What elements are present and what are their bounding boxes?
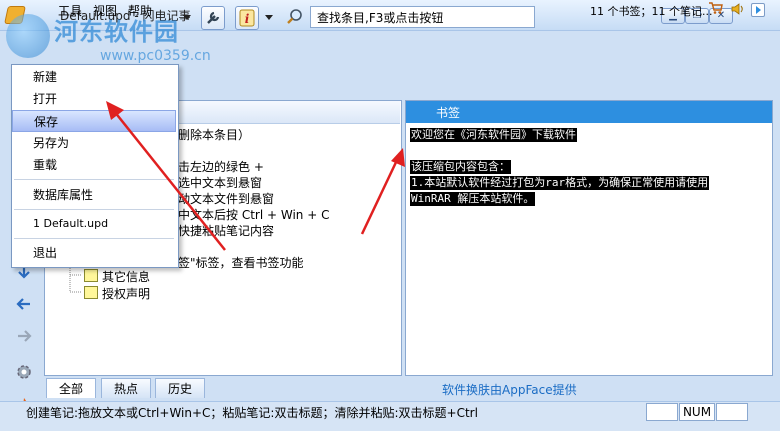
status-panel xyxy=(646,403,678,421)
bookmark-text-line[interactable]: 1.本站默认软件经过打包为rar格式，为确保正常使用请使用 xyxy=(410,176,710,190)
menu-item-recent-file[interactable]: 1 Default.upd xyxy=(12,213,176,235)
menu-item-db-properties[interactable]: 数据库属性 xyxy=(12,184,176,206)
menu-item-new[interactable]: 新建 xyxy=(12,66,176,88)
menu-separator xyxy=(14,209,174,210)
tree-item-license[interactable]: 授权声明 xyxy=(102,285,150,302)
menu-item-save-as[interactable]: 另存为 xyxy=(12,132,176,154)
arrow-right-icon[interactable] xyxy=(14,326,34,346)
watermark-text: 河东软件园 xyxy=(54,18,179,46)
menu-item-open[interactable]: 打开 xyxy=(12,88,176,110)
svg-text:i: i xyxy=(245,12,250,26)
skin-credit-text: 软件换肤由AppFace提供 xyxy=(442,383,577,397)
speaker-icon[interactable] xyxy=(731,2,745,16)
num-lock-indicator: NUM xyxy=(679,403,715,421)
tab-hot[interactable]: 热点 xyxy=(101,378,151,398)
bookmark-text-line[interactable]: WinRAR 解压本站软件。 xyxy=(410,192,536,206)
menu-separator xyxy=(14,179,174,180)
play-icon[interactable] xyxy=(751,3,765,17)
menu-separator xyxy=(14,238,174,239)
chevron-down-icon[interactable] xyxy=(262,6,276,28)
note-icon xyxy=(84,269,98,282)
search-icon[interactable] xyxy=(284,6,306,28)
tab-all[interactable]: 全部 xyxy=(46,378,96,398)
note-icon xyxy=(84,286,98,299)
watermark-url: www.pc0359.cn xyxy=(100,48,211,64)
bookmark-text-line[interactable]: 欢迎您在《河东软件园》下载软件 xyxy=(410,128,577,142)
tree-text-line[interactable]: 击左边的绿色 + xyxy=(178,158,264,175)
bookmark-text-line[interactable]: 该压缩包内容包含： xyxy=(410,160,511,174)
tree-text-line[interactable]: 签"标签，查看书签功能 xyxy=(178,254,304,271)
cart-icon[interactable] xyxy=(709,2,723,14)
tree-text-line[interactable]: 中文本后按 Ctrl + Win + C xyxy=(178,206,329,223)
chevron-down-icon[interactable] xyxy=(180,6,194,28)
menu-item-exit[interactable]: 退出 xyxy=(12,242,176,264)
search-input[interactable]: 查找条目,F3或点击按钮 xyxy=(310,6,535,28)
tree-text-line[interactable]: 动文本文件到悬窗 xyxy=(178,190,274,207)
tab-history[interactable]: 历史 xyxy=(155,378,205,398)
count-status: 11 个书签；11 个笔记... xyxy=(590,5,713,18)
menu-item-save[interactable]: 保存 xyxy=(12,110,176,132)
gear-icon[interactable] xyxy=(14,362,34,382)
wrench-icon[interactable] xyxy=(201,6,225,30)
tree-text-line[interactable]: 快捷粘贴笔记内容 xyxy=(178,222,274,239)
tree-text-line[interactable]: 选中文本到悬窗 xyxy=(178,174,262,191)
tree-text-line[interactable]: 删除本条目） xyxy=(178,126,250,143)
info-icon[interactable]: i xyxy=(235,6,259,30)
status-panel xyxy=(716,403,748,421)
arrow-left-icon[interactable] xyxy=(14,294,34,314)
status-text: 创建笔记:拖放文本或Ctrl+Win+C；粘贴笔记:双击标题；清除并粘贴:双击标… xyxy=(26,406,478,420)
bookmark-header xyxy=(406,101,772,123)
tree-item-other-info[interactable]: 其它信息 xyxy=(102,268,150,285)
bookmark-header-label: 书签 xyxy=(436,106,461,120)
watermark-logo xyxy=(6,14,50,58)
menu-item-reload[interactable]: 重载 xyxy=(12,154,176,176)
